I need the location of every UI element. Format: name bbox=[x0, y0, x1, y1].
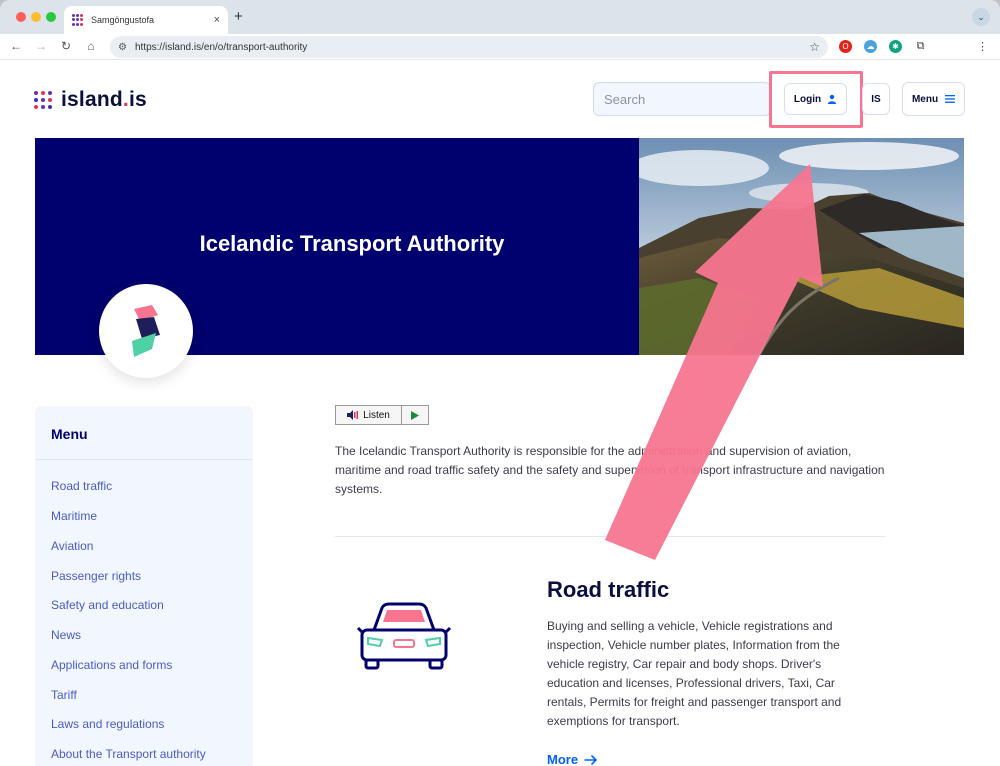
user-icon bbox=[828, 94, 837, 104]
minimize-window-button[interactable] bbox=[31, 12, 41, 22]
intro-paragraph: The Icelandic Transport Authority is res… bbox=[335, 444, 885, 496]
back-arrow-icon[interactable]: ← bbox=[8, 39, 24, 53]
sidebar-divider bbox=[35, 459, 253, 460]
new-tab-button[interactable]: + bbox=[234, 8, 243, 25]
listen-widget[interactable]: Listen bbox=[335, 405, 429, 425]
url-text: https://island.is/en/o/transport-authori… bbox=[134, 41, 308, 53]
address-bar[interactable]: ⚙ https://island.is/en/o/transport-autho… bbox=[110, 36, 828, 58]
arrow-right-icon bbox=[584, 754, 597, 765]
bookmark-star-icon[interactable]: ☆ bbox=[809, 40, 820, 54]
road-traffic-more-link[interactable]: More bbox=[547, 752, 598, 766]
site-favicon-icon bbox=[72, 14, 84, 26]
sidebar-item-road-traffic[interactable]: Road traffic bbox=[51, 479, 112, 493]
sidebar-item-passenger-rights[interactable]: Passenger rights bbox=[51, 569, 141, 583]
browser-menu-icon[interactable]: ⋮ bbox=[976, 40, 989, 53]
sidebar-item-news[interactable]: News bbox=[51, 628, 81, 642]
browser-window: Samgöngustofa × + ⌄ ← → ↻ ⌂ ⚙ https://is… bbox=[0, 0, 1000, 766]
island-logo[interactable]: island.is bbox=[34, 88, 147, 112]
hero-landscape-image bbox=[639, 138, 964, 355]
sidebar-item-safety-education[interactable]: Safety and education bbox=[51, 598, 164, 612]
tab-search-chevron-icon[interactable]: ⌄ bbox=[972, 8, 990, 26]
road-traffic-description: Buying and selling a vehicle, Vehicle re… bbox=[547, 619, 842, 728]
sidebar-item-tariff[interactable]: Tariff bbox=[51, 688, 77, 702]
road-traffic-heading: Road traffic bbox=[547, 577, 670, 602]
search-box bbox=[593, 82, 780, 116]
logo-text: island.is bbox=[61, 88, 147, 111]
tab-close-icon[interactable]: × bbox=[214, 14, 220, 26]
login-label: Login bbox=[793, 93, 822, 105]
home-icon[interactable]: ⌂ bbox=[83, 39, 99, 53]
page-title: Icelandic Transport Authority bbox=[199, 231, 505, 256]
language-switch-button[interactable]: IS bbox=[862, 83, 890, 115]
extensions-puzzle-icon[interactable]: ⧉ bbox=[914, 40, 927, 53]
more-label: More bbox=[547, 752, 579, 766]
island-dots-icon bbox=[34, 91, 52, 109]
login-button[interactable]: Login bbox=[784, 83, 847, 115]
sidebar-title: Menu bbox=[51, 426, 88, 442]
hamburger-icon bbox=[945, 95, 956, 103]
browser-toolbar: ← → ↻ ⌂ ⚙ https://island.is/en/o/transpo… bbox=[0, 34, 1000, 60]
site-info-icon[interactable]: ⚙ bbox=[118, 42, 127, 53]
play-icon bbox=[411, 410, 419, 420]
sidebar-menu: Menu Road traffic Maritime Aviation Pass… bbox=[35, 406, 253, 766]
tab-strip: Samgöngustofa × + ⌄ bbox=[0, 0, 1000, 34]
maximize-window-button[interactable] bbox=[46, 12, 56, 22]
reload-icon[interactable]: ↻ bbox=[58, 39, 74, 53]
content-divider bbox=[335, 536, 885, 537]
samgongustofa-s-icon bbox=[132, 305, 160, 357]
menu-button[interactable]: Menu bbox=[902, 82, 965, 116]
tab-title: Samgöngustofa bbox=[91, 15, 155, 25]
close-window-button[interactable] bbox=[16, 12, 26, 22]
speaker-icon bbox=[347, 410, 359, 420]
browser-tab[interactable]: Samgöngustofa × bbox=[64, 6, 228, 34]
forward-arrow-icon[interactable]: → bbox=[33, 39, 49, 53]
car-icon bbox=[356, 602, 452, 670]
play-button[interactable] bbox=[402, 406, 428, 424]
sidebar-item-about[interactable]: About the Transport authority bbox=[51, 747, 206, 761]
cloud-extension-icon[interactable]: ☁ bbox=[864, 40, 877, 53]
opera-extension-icon[interactable]: O bbox=[839, 40, 852, 53]
chatgpt-extension-icon[interactable]: ✱ bbox=[889, 40, 902, 53]
sidebar-item-aviation[interactable]: Aviation bbox=[51, 539, 93, 553]
listen-button[interactable]: Listen bbox=[336, 406, 402, 424]
listen-label: Listen bbox=[363, 409, 390, 421]
sidebar-item-maritime[interactable]: Maritime bbox=[51, 509, 97, 523]
transport-authority-logo bbox=[99, 284, 193, 378]
sidebar-item-laws-regulations[interactable]: Laws and regulations bbox=[51, 717, 164, 731]
search-input[interactable] bbox=[604, 91, 780, 107]
sidebar-item-applications-forms[interactable]: Applications and forms bbox=[51, 658, 172, 672]
menu-label: Menu bbox=[911, 93, 939, 105]
